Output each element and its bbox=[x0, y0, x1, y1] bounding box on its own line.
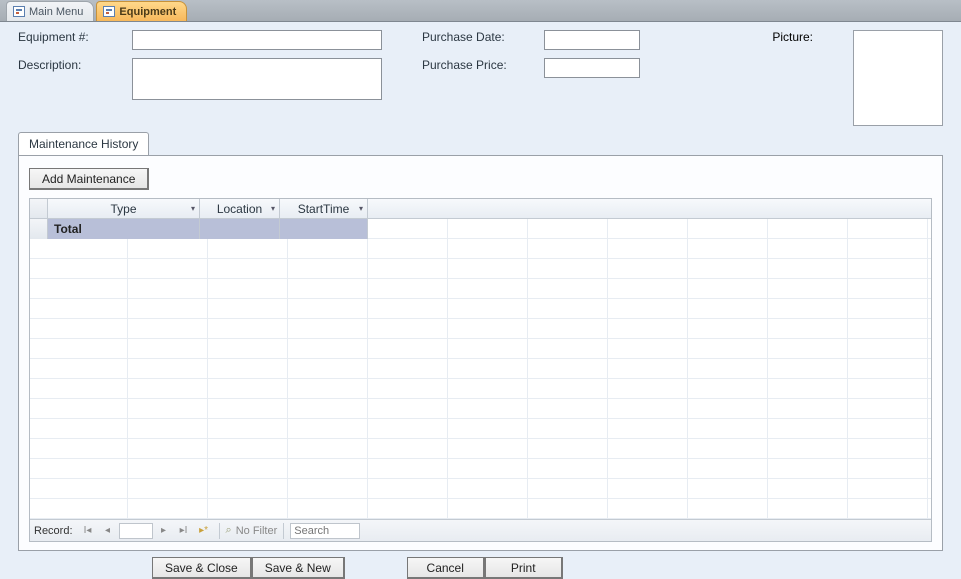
tab-label: Equipment bbox=[119, 6, 176, 18]
save-close-button[interactable]: Save & Close bbox=[152, 557, 252, 579]
dropdown-icon[interactable]: ▾ bbox=[191, 204, 195, 213]
nav-first-icon[interactable]: I◂ bbox=[79, 523, 97, 539]
grid-body[interactable]: Total bbox=[30, 219, 931, 519]
equipment-no-label: Equipment #: bbox=[18, 30, 114, 44]
record-label: Record: bbox=[34, 525, 73, 537]
description-input[interactable] bbox=[132, 58, 382, 100]
save-new-button[interactable]: Save & New bbox=[252, 557, 345, 579]
subtab-label: Maintenance History bbox=[29, 137, 138, 151]
nav-last-icon[interactable]: ▸I bbox=[175, 523, 193, 539]
header-fields: Equipment #: Description: Purchase Date:… bbox=[18, 30, 943, 126]
purchase-date-label: Purchase Date: bbox=[422, 30, 526, 44]
column-starttime[interactable]: StartTime ▾ bbox=[280, 199, 368, 218]
tab-label: Main Menu bbox=[29, 6, 83, 18]
tab-equipment[interactable]: Equipment bbox=[96, 1, 187, 21]
total-cell-type: Total bbox=[48, 219, 200, 239]
total-row: Total bbox=[30, 219, 931, 239]
form-icon bbox=[103, 6, 115, 17]
add-maintenance-button[interactable]: Add Maintenance bbox=[29, 168, 149, 190]
column-blank bbox=[368, 199, 931, 218]
picture-label: Picture: bbox=[772, 30, 813, 44]
row-selector[interactable] bbox=[30, 219, 48, 239]
row-selector-header[interactable] bbox=[30, 199, 48, 218]
nav-prev-icon[interactable]: ◂ bbox=[99, 523, 117, 539]
total-cell-starttime bbox=[280, 219, 368, 239]
description-label: Description: bbox=[18, 58, 114, 72]
picture-box[interactable] bbox=[853, 30, 943, 126]
dropdown-icon[interactable]: ▾ bbox=[359, 204, 363, 213]
maintenance-grid: Type ▾ Location ▾ StartTime ▾ bbox=[29, 198, 932, 542]
equipment-no-input[interactable] bbox=[132, 30, 382, 50]
equipment-form: Equipment #: Description: Purchase Date:… bbox=[0, 22, 961, 579]
column-type[interactable]: Type ▾ bbox=[48, 199, 200, 218]
dropdown-icon[interactable]: ▾ bbox=[271, 204, 275, 213]
grid-lines bbox=[30, 219, 931, 519]
footer-buttons: Save & Close Save & New Cancel Print bbox=[18, 557, 943, 579]
purchase-price-input[interactable] bbox=[544, 58, 640, 78]
tab-main-menu[interactable]: Main Menu bbox=[6, 1, 94, 21]
separator bbox=[283, 523, 284, 539]
column-location[interactable]: Location ▾ bbox=[200, 199, 280, 218]
total-cell-location bbox=[200, 219, 280, 239]
nav-new-icon[interactable]: ▸* bbox=[195, 523, 213, 539]
purchase-date-input[interactable] bbox=[544, 30, 640, 50]
separator bbox=[219, 523, 220, 539]
cancel-button[interactable]: Cancel bbox=[407, 557, 485, 579]
filter-icon[interactable]: ⌕ bbox=[226, 524, 232, 537]
no-filter-label: No Filter bbox=[236, 525, 278, 537]
maintenance-subtab: Maintenance History Add Maintenance Type… bbox=[18, 132, 943, 551]
search-input[interactable] bbox=[290, 523, 360, 539]
tab-maintenance-history[interactable]: Maintenance History bbox=[18, 132, 149, 155]
nav-next-icon[interactable]: ▸ bbox=[155, 523, 173, 539]
form-icon bbox=[13, 6, 25, 17]
purchase-price-label: Purchase Price: bbox=[422, 58, 526, 72]
grid-header: Type ▾ Location ▾ StartTime ▾ bbox=[30, 199, 931, 219]
record-number-input[interactable] bbox=[119, 523, 153, 539]
print-button[interactable]: Print bbox=[485, 557, 563, 579]
record-navigator: Record: I◂ ◂ ▸ ▸I ▸* ⌕ No Filter bbox=[30, 519, 931, 541]
document-tab-bar: Main Menu Equipment bbox=[0, 0, 961, 22]
